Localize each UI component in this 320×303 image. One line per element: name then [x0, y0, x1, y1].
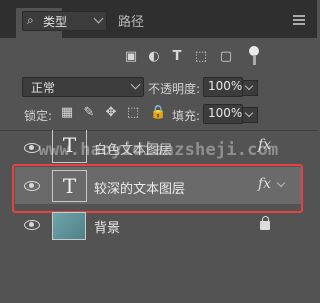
lock-icon	[260, 216, 270, 230]
filter-value: 类型	[43, 15, 68, 29]
filter-toggle-bar	[253, 55, 256, 65]
chevron-down-icon	[93, 13, 104, 24]
panel-empty-area	[0, 246, 317, 303]
opacity-dropdown-icon[interactable]	[242, 80, 258, 96]
lock-all-icon[interactable]: 🔒	[150, 106, 166, 120]
lock-label: 锁定:	[24, 109, 53, 123]
lock-position-icon[interactable]: ✥	[104, 106, 118, 120]
visibility-eye-icon[interactable]	[24, 220, 40, 230]
smart-object-filter-icon[interactable]: ▢	[219, 50, 233, 64]
fill-field[interactable]: 100%	[203, 104, 258, 124]
opacity-field[interactable]: 100%	[203, 77, 258, 97]
image-filter-icon[interactable]: ▣	[124, 50, 138, 64]
layer-filter-select[interactable]: ⌕ 类型	[22, 11, 107, 31]
fill-dropdown-icon[interactable]	[242, 107, 258, 123]
highlight-annotation-box	[12, 164, 303, 213]
fill-label: 填充:	[172, 109, 201, 123]
lock-paint-icon[interactable]: ✎	[82, 106, 96, 120]
layer-name[interactable]: 背景	[94, 217, 120, 236]
lock-artboard-icon[interactable]: ⬚	[126, 106, 140, 120]
opacity-label: 不透明度:	[148, 82, 201, 96]
watermark-text: www.haoyidianzsheji.com	[38, 140, 279, 160]
search-icon: ⌕	[27, 13, 34, 27]
lock-transparent-icon[interactable]: ▦	[60, 106, 74, 120]
shape-filter-icon[interactable]: ⬚	[194, 50, 208, 64]
background-layer-thumbnail	[52, 212, 86, 240]
fill-value: 100%	[208, 106, 243, 120]
chevron-down-icon	[130, 79, 141, 90]
blend-mode-value: 正常	[31, 81, 56, 95]
opacity-value: 100%	[208, 79, 243, 93]
tab-paths[interactable]: 路径	[108, 8, 154, 38]
blend-mode-select[interactable]: 正常	[22, 77, 144, 97]
type-filter-icon[interactable]: T	[170, 50, 184, 64]
panel-menu-icon[interactable]	[293, 15, 305, 27]
adjustment-filter-icon[interactable]: ◐	[147, 50, 161, 64]
